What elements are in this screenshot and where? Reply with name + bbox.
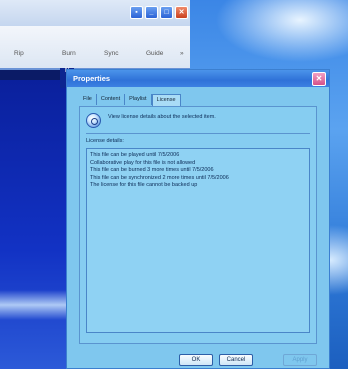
dialog-title: Properties [73,74,111,83]
player-titlebar: ▪ _ □ ✕ [0,0,190,26]
license-info-icon [86,113,101,128]
license-detail-line: The license for this file cannot be back… [90,182,198,188]
dialog-close-icon[interactable]: ✕ [312,72,326,86]
license-details-list[interactable]: This file can be played until 7/5/2006 C… [86,148,310,333]
player-toolbar-strip [0,70,68,80]
menu-sync[interactable]: Sync [104,50,118,57]
license-details-label: License details: [86,138,124,144]
menu-rip[interactable]: Rip [14,50,24,57]
tab-content[interactable]: Content [97,94,126,105]
player-maximize-icon[interactable]: □ [160,6,173,19]
player-menubar: Rip Burn Sync Guide » [0,26,190,70]
license-info-text: View license details about the selected … [108,114,216,120]
player-close-icon[interactable]: ✕ [175,6,188,19]
ok-button[interactable]: OK [179,354,213,366]
more-chevron-icon[interactable]: » [180,50,184,57]
player-visualization [0,290,68,320]
divider [86,133,310,134]
license-tab-panel: View license details about the selected … [79,106,317,344]
menu-burn[interactable]: Burn [62,50,76,57]
tab-file[interactable]: File [79,94,97,105]
license-detail-line: This file can be played until 7/5/2006 [90,152,180,158]
license-detail-line: This file can be synchronized 2 more tim… [90,174,229,181]
player-help-icon[interactable]: ▪ [130,6,143,19]
license-detail-line: This file can be burned 3 more times unt… [90,167,214,173]
properties-dialog: Properties ✕ File Content Playlist Licen… [66,69,330,369]
cancel-button[interactable]: Cancel [219,354,253,366]
apply-button[interactable]: Apply [283,354,317,366]
tab-playlist[interactable]: Playlist [125,94,152,105]
tab-strip: File Content Playlist License [79,94,181,106]
dialog-titlebar[interactable]: Properties ✕ [67,70,329,87]
license-detail-line: Collaborative play for this file is not … [90,159,196,166]
player-content-area [0,70,68,369]
menu-guide[interactable]: Guide [146,50,163,57]
tab-license[interactable]: License [151,94,181,106]
player-minimize-icon[interactable]: _ [145,6,158,19]
